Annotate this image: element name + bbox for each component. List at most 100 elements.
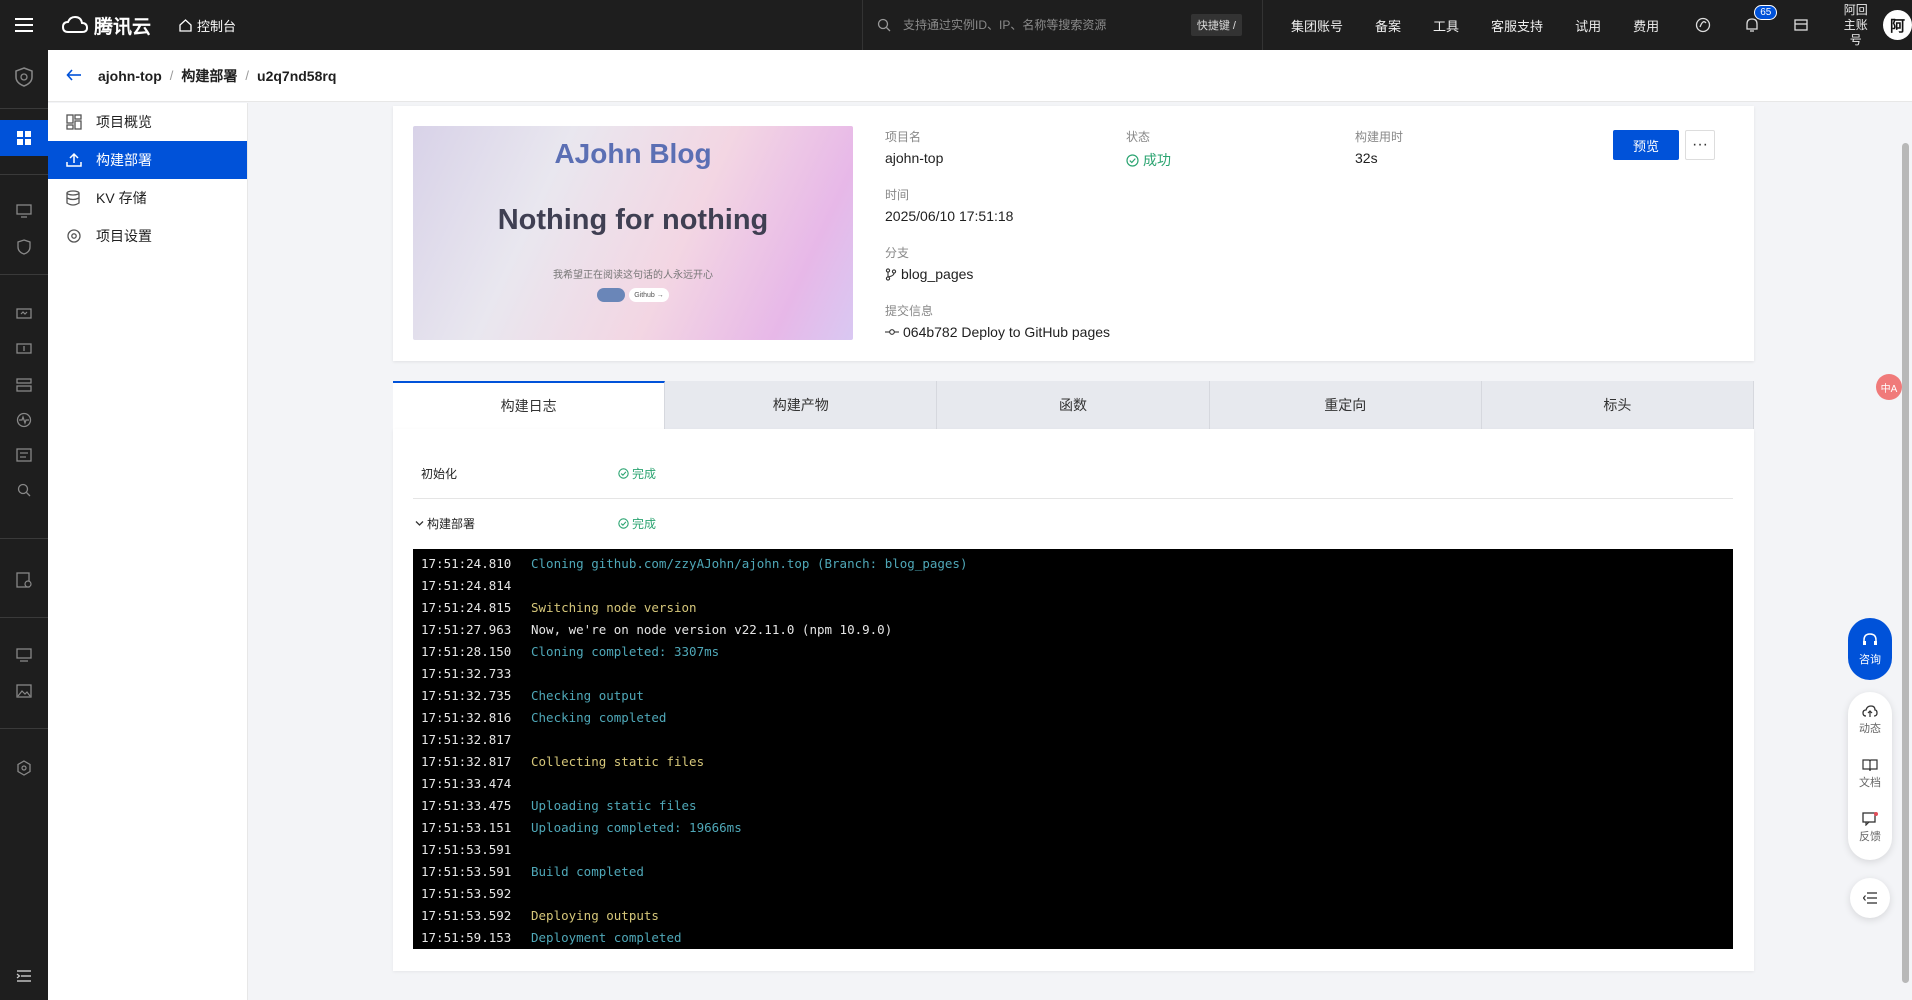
group-account-link[interactable]: 集团账号 <box>1291 16 1343 35</box>
log-line: 17:51:27.963 Now, we're on node version v… <box>421 618 1733 640</box>
book-icon <box>1862 759 1878 772</box>
message-box-icon[interactable] <box>1789 13 1812 37</box>
account-type: 主账号 <box>1843 17 1868 47</box>
log-message: Switching node version <box>531 599 697 615</box>
tab-functions[interactable]: 函数 <box>937 381 1210 429</box>
theme-icon[interactable] <box>1691 13 1714 37</box>
log-line: 17:51:33.474 <box>421 772 1733 794</box>
project-name-field: 项目名 ajohn-top <box>885 128 943 166</box>
consult-label: 咨询 <box>1859 653 1881 666</box>
step-status: 完成 <box>618 465 656 482</box>
rail-monitor-icon[interactable] <box>0 196 48 226</box>
rail-server-icon[interactable] <box>0 300 48 330</box>
status-label: 状态 <box>1126 130 1151 144</box>
log-message: Now, we're on node version v22.11.0 (npm… <box>531 621 893 637</box>
rail-grid-icon[interactable] <box>0 370 48 400</box>
deployment-summary-card: AJohn Blog Nothing for nothing 我希望正在阅读这句… <box>393 106 1754 361</box>
step-initialize[interactable]: 初始化 完成 <box>413 465 1733 482</box>
rail-image-icon[interactable] <box>0 676 48 706</box>
sidebar-item-deploy[interactable]: 构建部署 <box>48 141 247 179</box>
log-line: 17:51:28.150 Cloning completed: 3307ms <box>421 640 1733 662</box>
chevron-down-icon[interactable] <box>415 519 424 528</box>
log-timestamp: 17:51:24.815 <box>421 599 512 615</box>
rail-hexagon-icon[interactable] <box>0 753 48 783</box>
notification-bell-icon[interactable]: 65 <box>1740 5 1778 37</box>
log-line: 17:51:24.814 <box>421 574 1733 596</box>
docs-label: 文档 <box>1859 777 1881 789</box>
console-home-link[interactable]: 控制台 <box>179 16 236 35</box>
support-link[interactable]: 客服支持 <box>1491 16 1543 35</box>
sidebar-item-label: 项目设置 <box>96 228 152 244</box>
breadcrumb-deploy[interactable]: 构建部署 <box>181 66 237 86</box>
log-line: 17:51:32.817 Collecting static files <box>421 750 1733 772</box>
preview-button[interactable]: 预览 <box>1613 130 1679 160</box>
tab-headers[interactable]: 标头 <box>1482 381 1755 429</box>
log-timestamp: 17:51:33.474 <box>421 775 512 791</box>
log-timestamp: 17:51:33.475 <box>421 797 512 813</box>
scrollbar-thumb[interactable] <box>1902 143 1909 983</box>
rail-document-icon[interactable] <box>0 440 48 470</box>
log-timestamp: 17:51:24.814 <box>421 577 512 593</box>
console-label: 控制台 <box>197 18 237 34</box>
status-field: 状态 成功 <box>1126 128 1171 170</box>
rail-security-icon[interactable] <box>0 232 48 262</box>
project-name-value: ajohn-top <box>885 150 944 166</box>
log-line: 17:51:53.591 Build completed <box>421 860 1733 882</box>
project-sidebar: 项目概览 构建部署 KV 存储 项目设置 <box>48 103 248 1000</box>
rail-collapse-icon[interactable] <box>0 961 48 991</box>
page-scrollbar[interactable] <box>1898 103 1912 1000</box>
rail-activity-icon[interactable] <box>0 405 48 435</box>
topbar-right-links: 集团账号 备案 工具 客服支持 试用 费用 65 阿回 主账号 阿 <box>1262 0 1912 50</box>
tools-link[interactable]: 工具 <box>1433 16 1459 35</box>
tab-redirects[interactable]: 重定向 <box>1210 381 1482 429</box>
top-navigation-bar: 腾讯云 控制台 快捷键 / 集团账号 备案 工具 客服支持 试用 费用 65 阿… <box>0 0 1912 50</box>
avatar[interactable]: 阿 <box>1883 10 1912 40</box>
step-status: 完成 <box>618 515 656 532</box>
collapse-toolbar-icon[interactable] <box>1850 878 1890 918</box>
rail-search-icon[interactable] <box>0 475 48 505</box>
rail-shield-icon[interactable] <box>0 62 48 92</box>
rail-card-icon[interactable] <box>0 640 48 670</box>
feedback-tool[interactable]: 反馈 <box>1848 812 1892 844</box>
sidebar-item-settings[interactable]: 项目设置 <box>48 217 247 255</box>
hamburger-menu-icon[interactable] <box>0 0 48 50</box>
translate-icon[interactable]: 中A <box>1876 374 1902 400</box>
sidebar-item-overview[interactable]: 项目概览 <box>48 103 247 141</box>
rail-settings-list-icon[interactable] <box>0 565 48 595</box>
overview-icon <box>66 114 86 130</box>
account-info[interactable]: 阿回 主账号 <box>1838 3 1873 48</box>
rail-screen-icon[interactable] <box>0 335 48 365</box>
back-arrow-icon[interactable] <box>66 65 82 86</box>
more-actions-button[interactable]: ··· <box>1685 130 1715 160</box>
consult-button[interactable]: 咨询 <box>1848 618 1892 680</box>
deployment-tabs: 构建日志 构建产物 函数 重定向 标头 <box>393 381 1755 429</box>
docs-tool[interactable]: 文档 <box>1848 758 1892 790</box>
billing-link[interactable]: 费用 <box>1633 16 1659 35</box>
search-input[interactable] <box>901 17 1201 33</box>
account-name: 阿回 <box>1843 2 1868 17</box>
filing-link[interactable]: 备案 <box>1375 16 1401 35</box>
sidebar-item-kv[interactable]: KV 存储 <box>48 179 247 217</box>
search-icon <box>877 18 891 32</box>
tab-build-log[interactable]: 构建日志 <box>393 381 666 429</box>
settings-icon <box>66 228 86 244</box>
log-message: Deploying outputs <box>531 907 659 923</box>
duration-label: 构建用时 <box>1355 130 1404 144</box>
dynamic-tool[interactable]: 动态 <box>1848 704 1892 736</box>
git-branch-icon <box>885 267 897 281</box>
site-preview-thumbnail[interactable]: AJohn Blog Nothing for nothing 我希望正在阅读这句… <box>413 126 853 340</box>
branch-value: blog_pages <box>901 266 974 282</box>
step-build-deploy[interactable]: 构建部署 完成 <box>413 515 1733 532</box>
rail-dashboard-icon[interactable] <box>0 120 48 156</box>
time-label: 时间 <box>885 188 910 202</box>
preview-github-button: Github → <box>629 288 669 302</box>
log-line: 17:51:24.815 Switching node version <box>421 596 1733 618</box>
commit-value-row: 064b782 Deploy to GitHub pages <box>885 324 1110 340</box>
breadcrumb-project[interactable]: ajohn-top <box>98 68 162 84</box>
trial-link[interactable]: 试用 <box>1575 16 1601 35</box>
log-timestamp: 17:51:28.150 <box>421 643 512 659</box>
log-line: 17:51:24.810 Cloning github.com/zzyAJohn/… <box>421 552 1733 574</box>
dynamic-label: 动态 <box>1859 723 1881 735</box>
tab-build-artifacts[interactable]: 构建产物 <box>665 381 938 429</box>
tencent-cloud-logo[interactable]: 腾讯云 <box>62 12 151 39</box>
